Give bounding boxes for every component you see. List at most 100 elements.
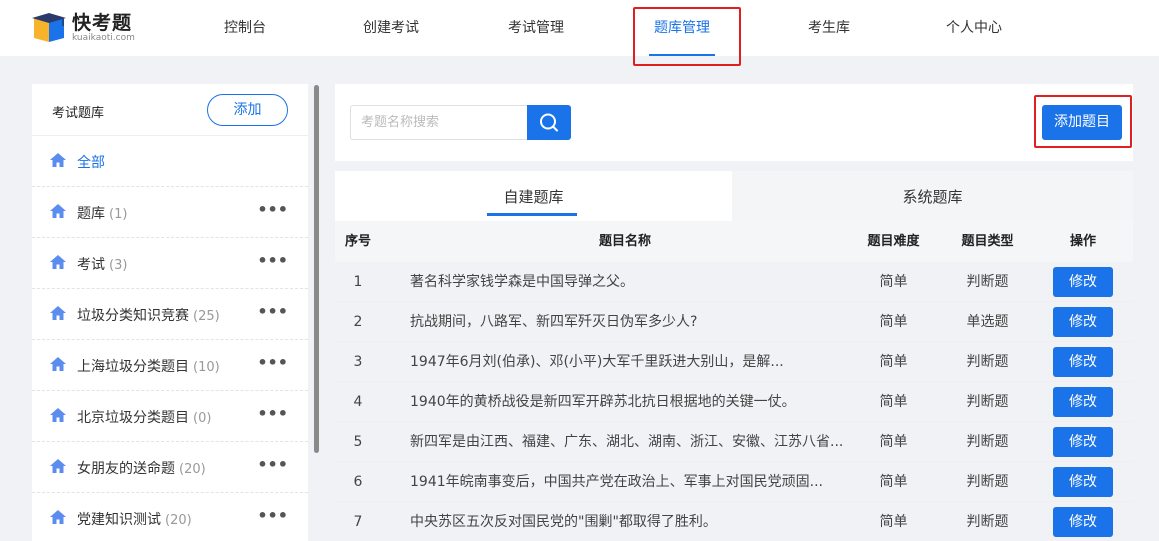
logo-icon: [30, 12, 68, 44]
sidebar-item-exam[interactable]: 考试 (3) •••: [32, 238, 308, 289]
search-button[interactable]: [527, 105, 571, 140]
brand-title: 快考题: [72, 11, 133, 34]
row-type: 判断题: [966, 394, 1009, 410]
sidebar-item-label: 党建知识测试: [77, 512, 161, 528]
row-difficulty: 简单: [879, 474, 908, 490]
sidebar-item-label: 题库: [77, 206, 105, 222]
home-icon: [50, 153, 66, 167]
table-row: 3 1947年6月刘(伯承)、邓(小平)大军千里跃进大别山，是解... 简单 判…: [335, 342, 1133, 382]
sidebar-item-bank[interactable]: 题库 (1) •••: [32, 187, 308, 238]
table-row: 6 1941年皖南事变后，中国共产党在政治上、军事上对国民党顽固... 简单 判…: [335, 462, 1133, 502]
active-nav-indicator: [649, 54, 715, 56]
home-icon: [50, 510, 66, 524]
sidebar-item-all[interactable]: 全部: [32, 136, 308, 187]
edit-button[interactable]: 修改: [1053, 347, 1113, 377]
edit-button[interactable]: 修改: [1053, 267, 1113, 297]
sidebar-scrollbar[interactable]: [314, 85, 319, 453]
home-icon: [50, 204, 66, 218]
row-difficulty: 简单: [879, 354, 908, 370]
edit-button[interactable]: 修改: [1053, 467, 1113, 497]
more-icon[interactable]: •••: [257, 353, 288, 372]
sidebar-title: 考试题库: [52, 106, 105, 121]
table-header: 序号 题目名称 题目难度 题目类型 操作: [335, 221, 1133, 262]
edit-button[interactable]: 修改: [1053, 427, 1113, 457]
question-table: 序号 题目名称 题目难度 题目类型 操作 1 著名科学家钱学森是中国导弹之父。 …: [335, 221, 1133, 537]
table-row: 1 著名科学家钱学森是中国导弹之父。 简单 判断题 修改: [335, 262, 1133, 302]
tab-system-bank[interactable]: 系统题库: [732, 171, 1133, 221]
nav-personal-center[interactable]: 个人中心: [938, 0, 1010, 56]
nav-examinee-library[interactable]: 考生库: [800, 0, 858, 56]
question-bank-sidebar: 考试题库 添加 全部 题库 (1) ••• 考试 (3) ••• 垃圾分类知识竞赛 (…: [32, 84, 308, 541]
row-no: 4: [353, 394, 363, 410]
row-name: 抗战期间，八路军、新四军歼灭日伪军多少人?: [410, 314, 698, 330]
row-difficulty: 简单: [879, 274, 908, 290]
home-icon: [50, 306, 66, 320]
row-type: 判断题: [966, 514, 1009, 530]
row-no: 1: [353, 274, 363, 290]
active-tab-indicator: [487, 213, 577, 216]
header-type: 题目类型: [961, 234, 1014, 249]
row-name: 新四军是由江西、福建、广东、湖北、湖南、浙江、安徽、江苏八省...: [410, 434, 844, 450]
home-icon: [50, 357, 66, 371]
search-icon: [540, 113, 558, 132]
header-difficulty: 题目难度: [867, 234, 920, 249]
header-op: 操作: [1069, 234, 1096, 249]
sidebar-item-count: (3): [109, 258, 128, 273]
sidebar-item-label: 上海垃圾分类题目: [77, 359, 189, 375]
row-no: 5: [353, 434, 363, 450]
sidebar-item-garbage-quiz[interactable]: 垃圾分类知识竞赛 (25) •••: [32, 289, 308, 340]
header-name: 题目名称: [598, 234, 651, 249]
row-name: 中央苏区五次反对国民党的"围剿"都取得了胜利。: [410, 514, 717, 530]
sidebar-item-label: 北京垃圾分类题目: [77, 410, 189, 426]
row-no: 6: [353, 474, 363, 490]
search-input[interactable]: [350, 105, 528, 140]
sidebar-item-party[interactable]: 党建知识测试 (20) •••: [32, 493, 308, 541]
row-name: 1940年的黄桥战役是新四军开辟苏北抗日根据地的关键一仗。: [410, 394, 796, 410]
more-icon[interactable]: •••: [257, 506, 288, 525]
sidebar-item-count: (10): [193, 360, 220, 375]
row-name: 1947年6月刘(伯承)、邓(小平)大军千里跃进大别山，是解...: [410, 354, 784, 370]
nav-exam-manage[interactable]: 考试管理: [500, 0, 572, 56]
row-no: 2: [353, 314, 363, 330]
sidebar-item-count: (20): [165, 513, 192, 528]
more-icon[interactable]: •••: [257, 302, 288, 321]
home-icon: [50, 255, 66, 269]
sidebar-item-beijing[interactable]: 北京垃圾分类题目 (0) •••: [32, 391, 308, 442]
row-type: 判断题: [966, 474, 1009, 490]
sidebar-header: 考试题库 添加: [32, 84, 308, 136]
add-bank-button[interactable]: 添加: [207, 94, 288, 126]
sidebar-item-label: 垃圾分类知识竞赛: [77, 308, 189, 324]
edit-button[interactable]: 修改: [1053, 307, 1113, 337]
more-icon[interactable]: •••: [257, 404, 288, 423]
edit-button[interactable]: 修改: [1053, 387, 1113, 417]
row-difficulty: 简单: [879, 394, 908, 410]
table-row: 5 新四军是由江西、福建、广东、湖北、湖南、浙江、安徽、江苏八省... 简单 判…: [335, 422, 1133, 462]
sidebar-item-count: (1): [109, 207, 128, 222]
top-header: 快考题 kuaikaoti.com 控制台 创建考试 考试管理 题库管理 考生库…: [0, 0, 1159, 56]
sidebar-item-label: 全部: [77, 155, 105, 171]
more-icon[interactable]: •••: [257, 251, 288, 270]
sidebar-item-count: (20): [179, 462, 206, 477]
row-name: 1941年皖南事变后，中国共产党在政治上、军事上对国民党顽固...: [410, 474, 823, 490]
more-icon[interactable]: •••: [257, 455, 288, 474]
home-icon: [50, 408, 66, 422]
row-type: 判断题: [966, 274, 1009, 290]
sidebar-item-count: (25): [193, 309, 220, 324]
row-name: 著名科学家钱学森是中国导弹之父。: [410, 274, 634, 290]
row-type: 判断题: [966, 354, 1009, 370]
sidebar-item-shanghai[interactable]: 上海垃圾分类题目 (10) •••: [32, 340, 308, 391]
add-question-button[interactable]: 添加题目: [1042, 105, 1122, 140]
sidebar-item-label: 考试: [77, 257, 105, 273]
nav-create-exam[interactable]: 创建考试: [355, 0, 427, 56]
row-no: 7: [353, 514, 363, 530]
bank-tabs: 自建题库 系统题库: [335, 171, 1133, 221]
row-difficulty: 简单: [879, 434, 908, 450]
row-type: 判断题: [966, 434, 1009, 450]
logo[interactable]: 快考题 kuaikaoti.com: [30, 12, 135, 44]
more-icon[interactable]: •••: [257, 200, 288, 219]
edit-button[interactable]: 修改: [1053, 507, 1113, 537]
nav-question-bank-manage[interactable]: 题库管理: [646, 0, 718, 56]
nav-dashboard[interactable]: 控制台: [215, 0, 275, 56]
sidebar-item-girlfriend[interactable]: 女朋友的送命题 (20) •••: [32, 442, 308, 493]
brand-subtitle: kuaikaoti.com: [72, 32, 135, 43]
